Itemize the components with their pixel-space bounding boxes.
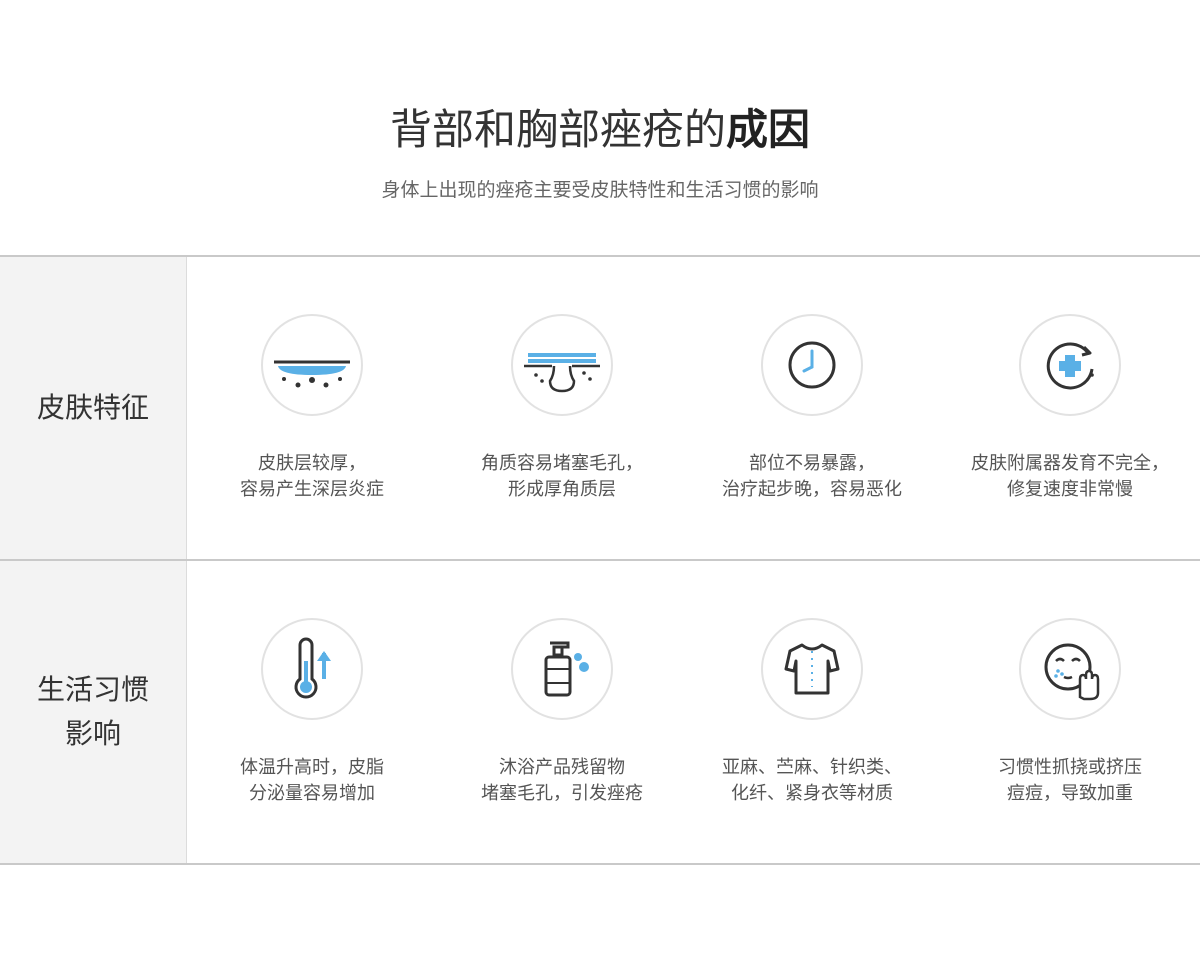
- cause-cell: 亚麻、苎麻、针织类、 化纤、紧身衣等材质: [687, 561, 937, 863]
- cause-text-line: 亚麻、苎麻、针织类、: [722, 757, 902, 778]
- cause-cell: 角质容易堵塞毛孔， 形成厚角质层: [437, 257, 687, 559]
- causes-table: 皮肤特征 皮肤层较厚， 容易产生深层炎症 角质容易堵塞毛孔， 形成厚角质层 部位…: [0, 255, 1200, 865]
- skin-layer-icon: [260, 313, 364, 417]
- row-label-line: 影响: [64, 717, 121, 750]
- row-label-line: 皮肤特征: [36, 391, 149, 424]
- row-lifestyle: 生活习惯 影响 体温升高时，皮脂 分泌量容易增加 沐浴产品残留物 堵塞毛孔，引发…: [0, 559, 1200, 865]
- cause-text-line: 治疗起步晚，容易恶化: [722, 479, 902, 500]
- shirt-icon: [760, 617, 864, 721]
- cause-text: 体温升高时，皮脂 分泌量容易增加: [187, 755, 437, 807]
- cause-text-line: 皮肤附属器发育不完全，: [971, 453, 1169, 474]
- row-label-line: 生活习惯: [36, 673, 149, 706]
- cause-text: 部位不易暴露， 治疗起步晚，容易恶化: [687, 451, 937, 503]
- cause-cell: 体温升高时，皮脂 分泌量容易增加: [187, 561, 437, 863]
- cause-text-line: 容易产生深层炎症: [240, 479, 384, 500]
- clock-icon: [760, 313, 864, 417]
- cause-text-line: 习惯性抓挠或挤压: [998, 757, 1142, 778]
- cause-cell: 皮肤附属器发育不完全， 修复速度非常慢: [945, 257, 1195, 559]
- title-bold: 成因: [726, 105, 811, 154]
- thermometer-icon: [260, 617, 364, 721]
- cause-cell: 习惯性抓挠或挤压 痘痘，导致加重: [945, 561, 1195, 863]
- cause-text-line: 化纤、紧身衣等材质: [731, 783, 893, 804]
- cause-text-line: 修复速度非常慢: [1007, 479, 1133, 500]
- cause-text-line: 角质容易堵塞毛孔，: [481, 453, 643, 474]
- cause-cell: 部位不易暴露， 治疗起步晚，容易恶化: [687, 257, 937, 559]
- cause-cell: 皮肤层较厚， 容易产生深层炎症: [187, 257, 437, 559]
- cause-text: 习惯性抓挠或挤压 痘痘，导致加重: [945, 755, 1195, 807]
- row-cells: 皮肤层较厚， 容易产生深层炎症 角质容易堵塞毛孔， 形成厚角质层 部位不易暴露，…: [187, 257, 1200, 559]
- cause-text-line: 痘痘，导致加重: [1007, 783, 1133, 804]
- cause-text: 沐浴产品残留物 堵塞毛孔，引发痤疮: [437, 755, 687, 807]
- cause-text-line: 堵塞毛孔，引发痤疮: [481, 783, 643, 804]
- regeneration-cross-icon: [1018, 313, 1122, 417]
- cause-text-line: 部位不易暴露，: [749, 453, 875, 474]
- cause-text-line: 分泌量容易增加: [249, 783, 375, 804]
- page-subtitle: 身体上出现的痤疮主要受皮肤特性和生活习惯的影响: [381, 179, 819, 201]
- title-regular: 背部和胸部痤疮的: [389, 105, 726, 154]
- cause-cell: 沐浴产品残留物 堵塞毛孔，引发痤疮: [437, 561, 687, 863]
- face-touch-icon: [1018, 617, 1122, 721]
- row-label: 生活习惯 影响: [0, 561, 187, 863]
- cause-text-line: 体温升高时，皮脂: [240, 757, 384, 778]
- cause-text: 皮肤层较厚， 容易产生深层炎症: [187, 451, 437, 503]
- clogged-pore-icon: [510, 313, 614, 417]
- soap-bottle-icon: [510, 617, 614, 721]
- cause-text: 亚麻、苎麻、针织类、 化纤、紧身衣等材质: [687, 755, 937, 807]
- cause-text-line: 皮肤层较厚，: [258, 453, 366, 474]
- cause-text: 角质容易堵塞毛孔， 形成厚角质层: [437, 451, 687, 503]
- cause-text: 皮肤附属器发育不完全， 修复速度非常慢: [945, 451, 1195, 503]
- cause-text-line: 沐浴产品残留物: [499, 757, 625, 778]
- cause-text-line: 形成厚角质层: [508, 479, 616, 500]
- row-label: 皮肤特征: [0, 257, 187, 559]
- row-cells: 体温升高时，皮脂 分泌量容易增加 沐浴产品残留物 堵塞毛孔，引发痤疮 亚麻、苎麻…: [187, 561, 1200, 863]
- page-title: 背部和胸部痤疮的成因: [0, 102, 1200, 158]
- row-skin-features: 皮肤特征 皮肤层较厚， 容易产生深层炎症 角质容易堵塞毛孔， 形成厚角质层 部位…: [0, 255, 1200, 559]
